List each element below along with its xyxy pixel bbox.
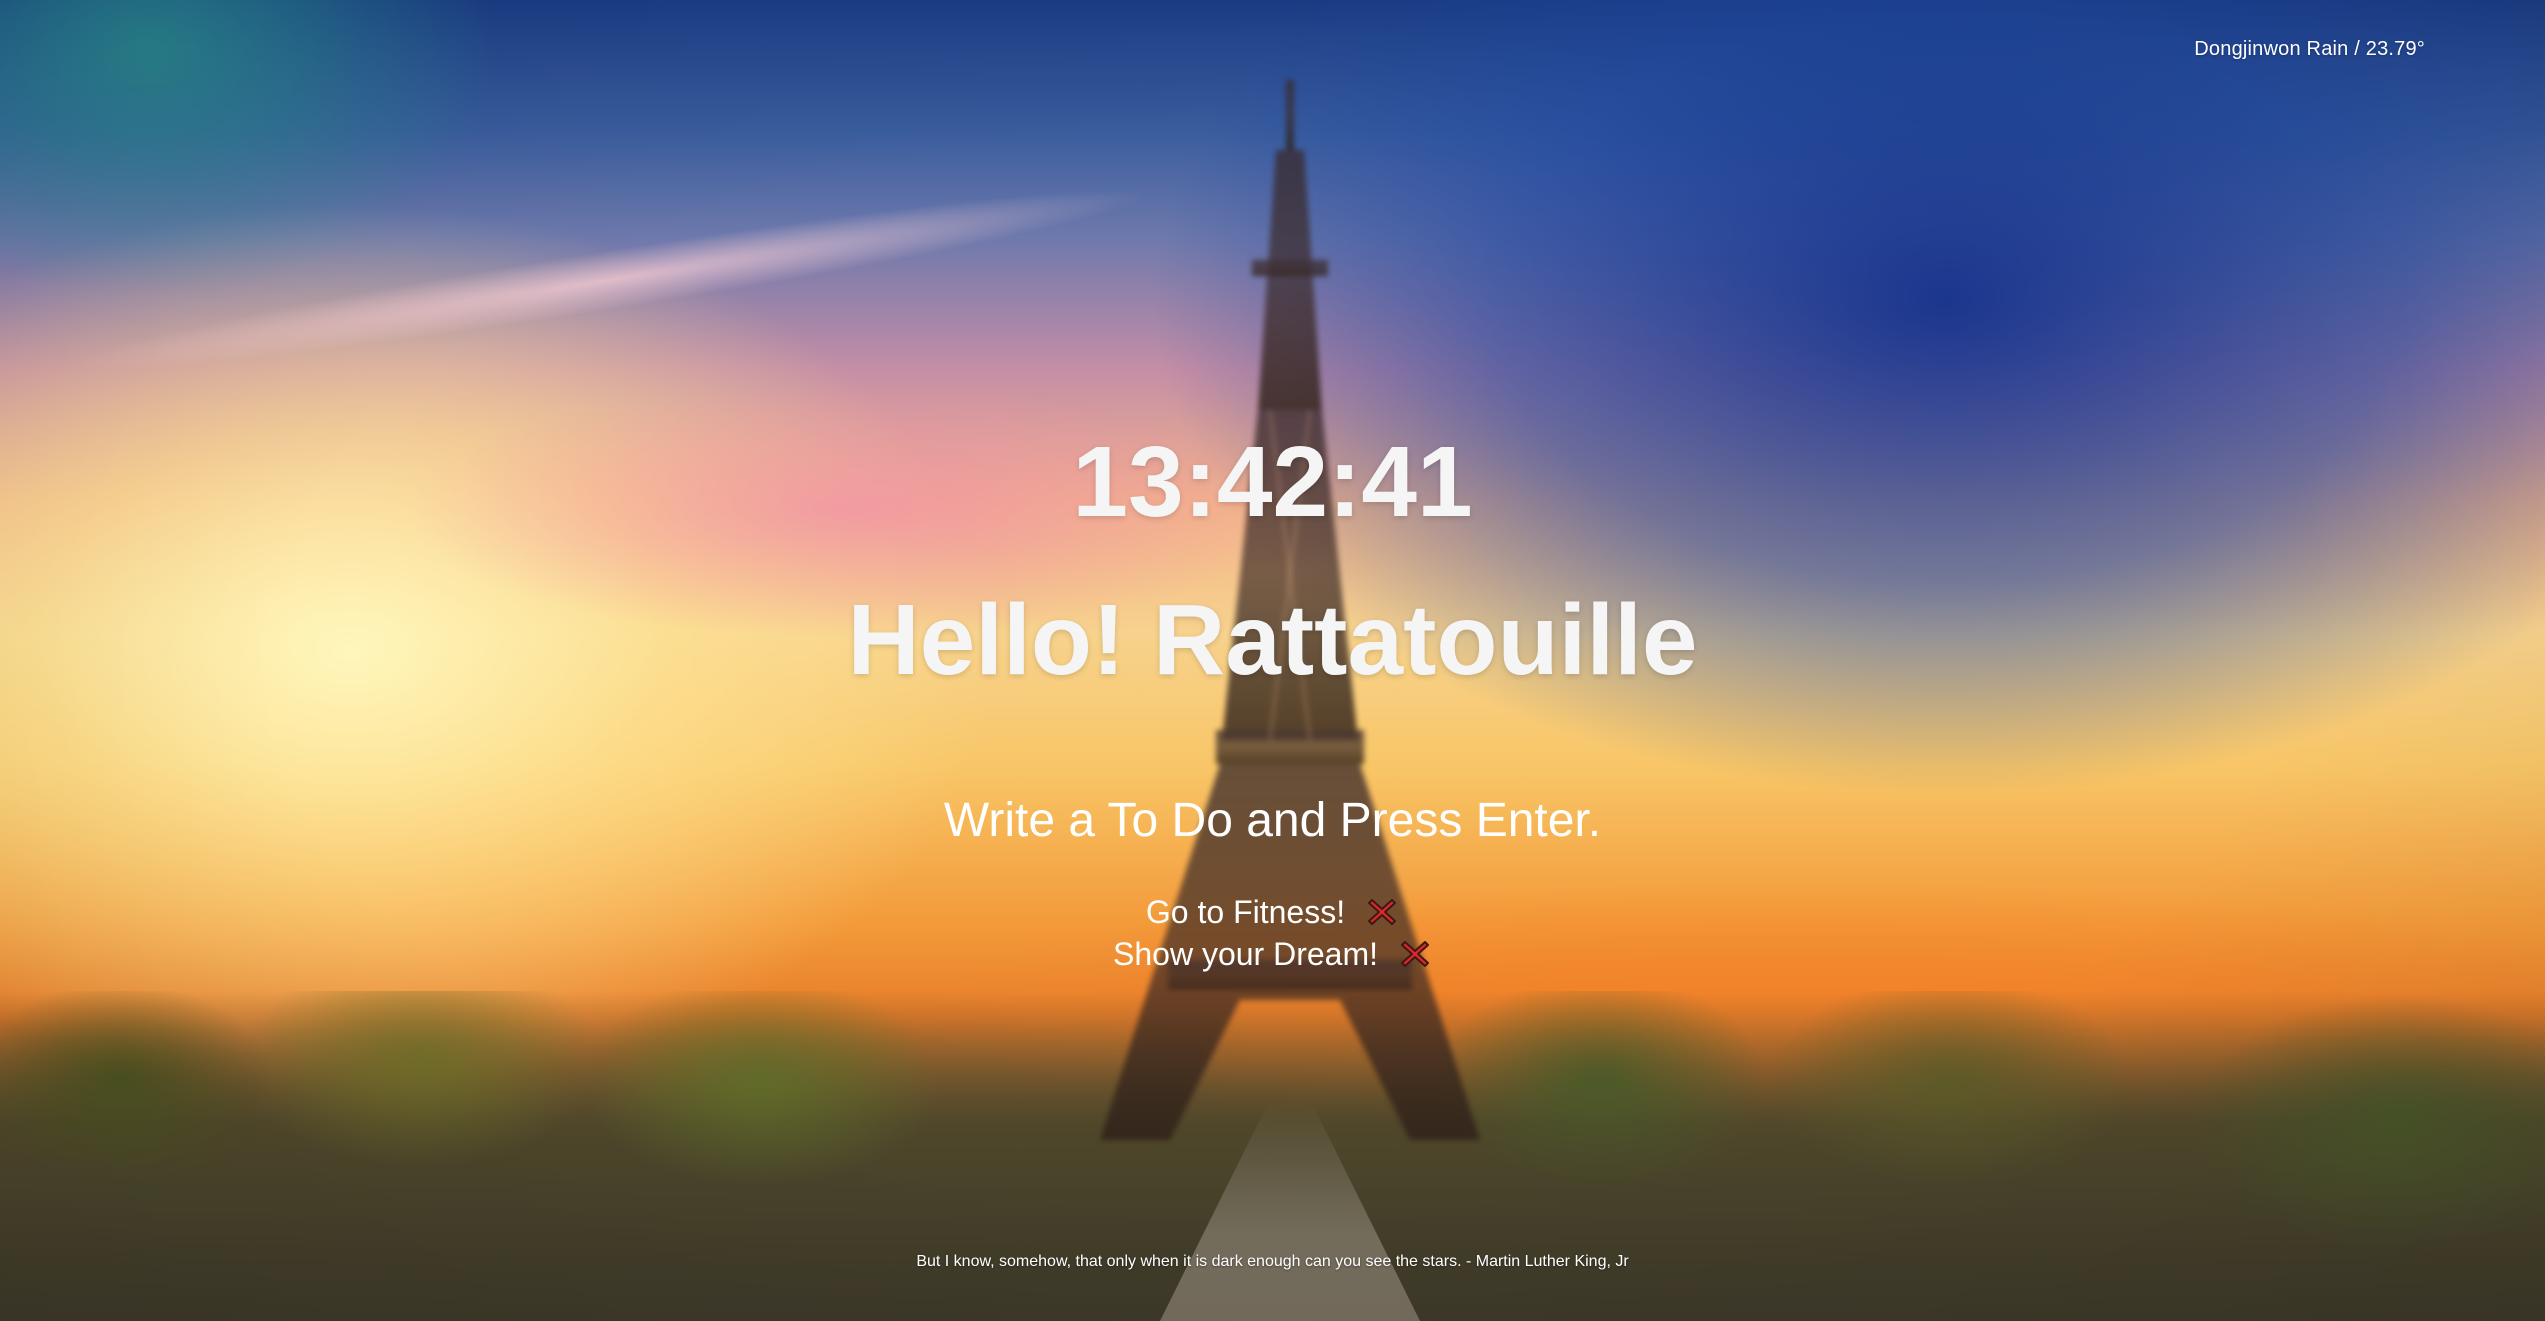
todo-list: Go to Fitness! Show your Dream! <box>0 888 2545 972</box>
close-x-icon <box>1368 898 1397 925</box>
todo-item-text: Go to Fitness! <box>1145 893 1346 930</box>
weather-widget: Dongjinwon Rain / 23.79° <box>2194 38 2425 60</box>
delete-todo-button[interactable] <box>1365 895 1399 929</box>
delete-todo-button[interactable] <box>1398 937 1432 971</box>
quote-text: But I know, somehow, that only when it i… <box>916 1253 1629 1270</box>
todo-item: Show your Dream! <box>0 930 2545 972</box>
todo-form <box>0 790 2545 850</box>
todo-input[interactable] <box>822 790 1723 850</box>
greeting-title: Hello! Rattatouille <box>847 584 1698 696</box>
close-x-icon <box>1400 940 1429 967</box>
clock-display: 13:42:41 <box>1072 426 1473 538</box>
todo-item-text: Show your Dream! <box>1113 935 1378 972</box>
todo-item: Go to Fitness! <box>0 888 2545 930</box>
